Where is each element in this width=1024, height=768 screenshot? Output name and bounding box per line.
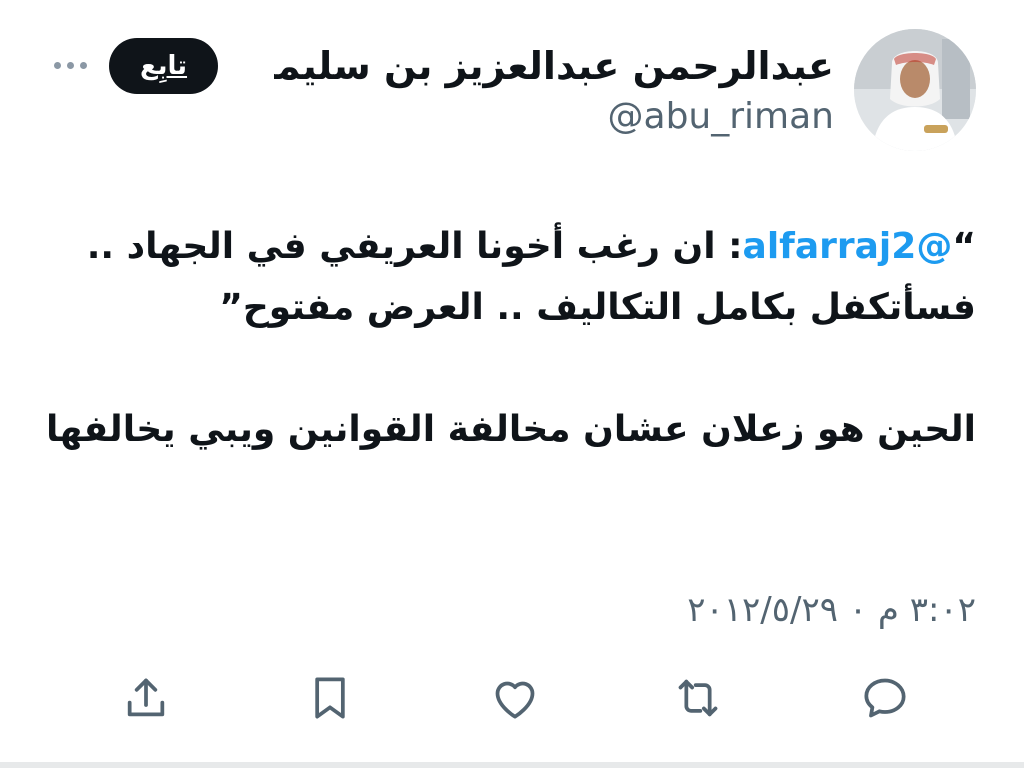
quote-open: “: [952, 226, 976, 267]
bookmark-icon[interactable]: [302, 670, 358, 726]
author-handle[interactable]: @abu_riman: [274, 93, 834, 141]
dot: [80, 62, 87, 69]
divider: [0, 762, 1024, 768]
mention-link[interactable]: @alfarraj2: [743, 226, 953, 267]
dot: [54, 62, 61, 69]
share-icon[interactable]: [118, 670, 174, 726]
tweet-text: “@alfarraj2: ان رغب أخونا العريفي في الج…: [36, 216, 976, 460]
profile-photo-icon: [854, 29, 976, 151]
more-dots-icon[interactable]: [50, 50, 90, 80]
reply-body: الحين هو زعلان عشان مخالفة القوانين ويبي…: [45, 409, 976, 450]
tweet-card: عبدالرحمن عبدالعزيز بن سليمان @abu_riman…: [0, 0, 1024, 768]
dot: [67, 62, 74, 69]
tweet-timestamp[interactable]: ٣:٠٢ م ٠ ٢٠١٢/٥/٢٩: [376, 585, 976, 635]
retweet-icon[interactable]: [670, 670, 726, 726]
follow-button[interactable]: تابِع: [109, 38, 218, 94]
author-display-name[interactable]: عبدالرحمن عبدالعزيز بن سليمان: [274, 38, 834, 94]
comment-icon[interactable]: [857, 670, 913, 726]
author-avatar[interactable]: [854, 29, 976, 151]
heart-icon[interactable]: [487, 670, 543, 726]
